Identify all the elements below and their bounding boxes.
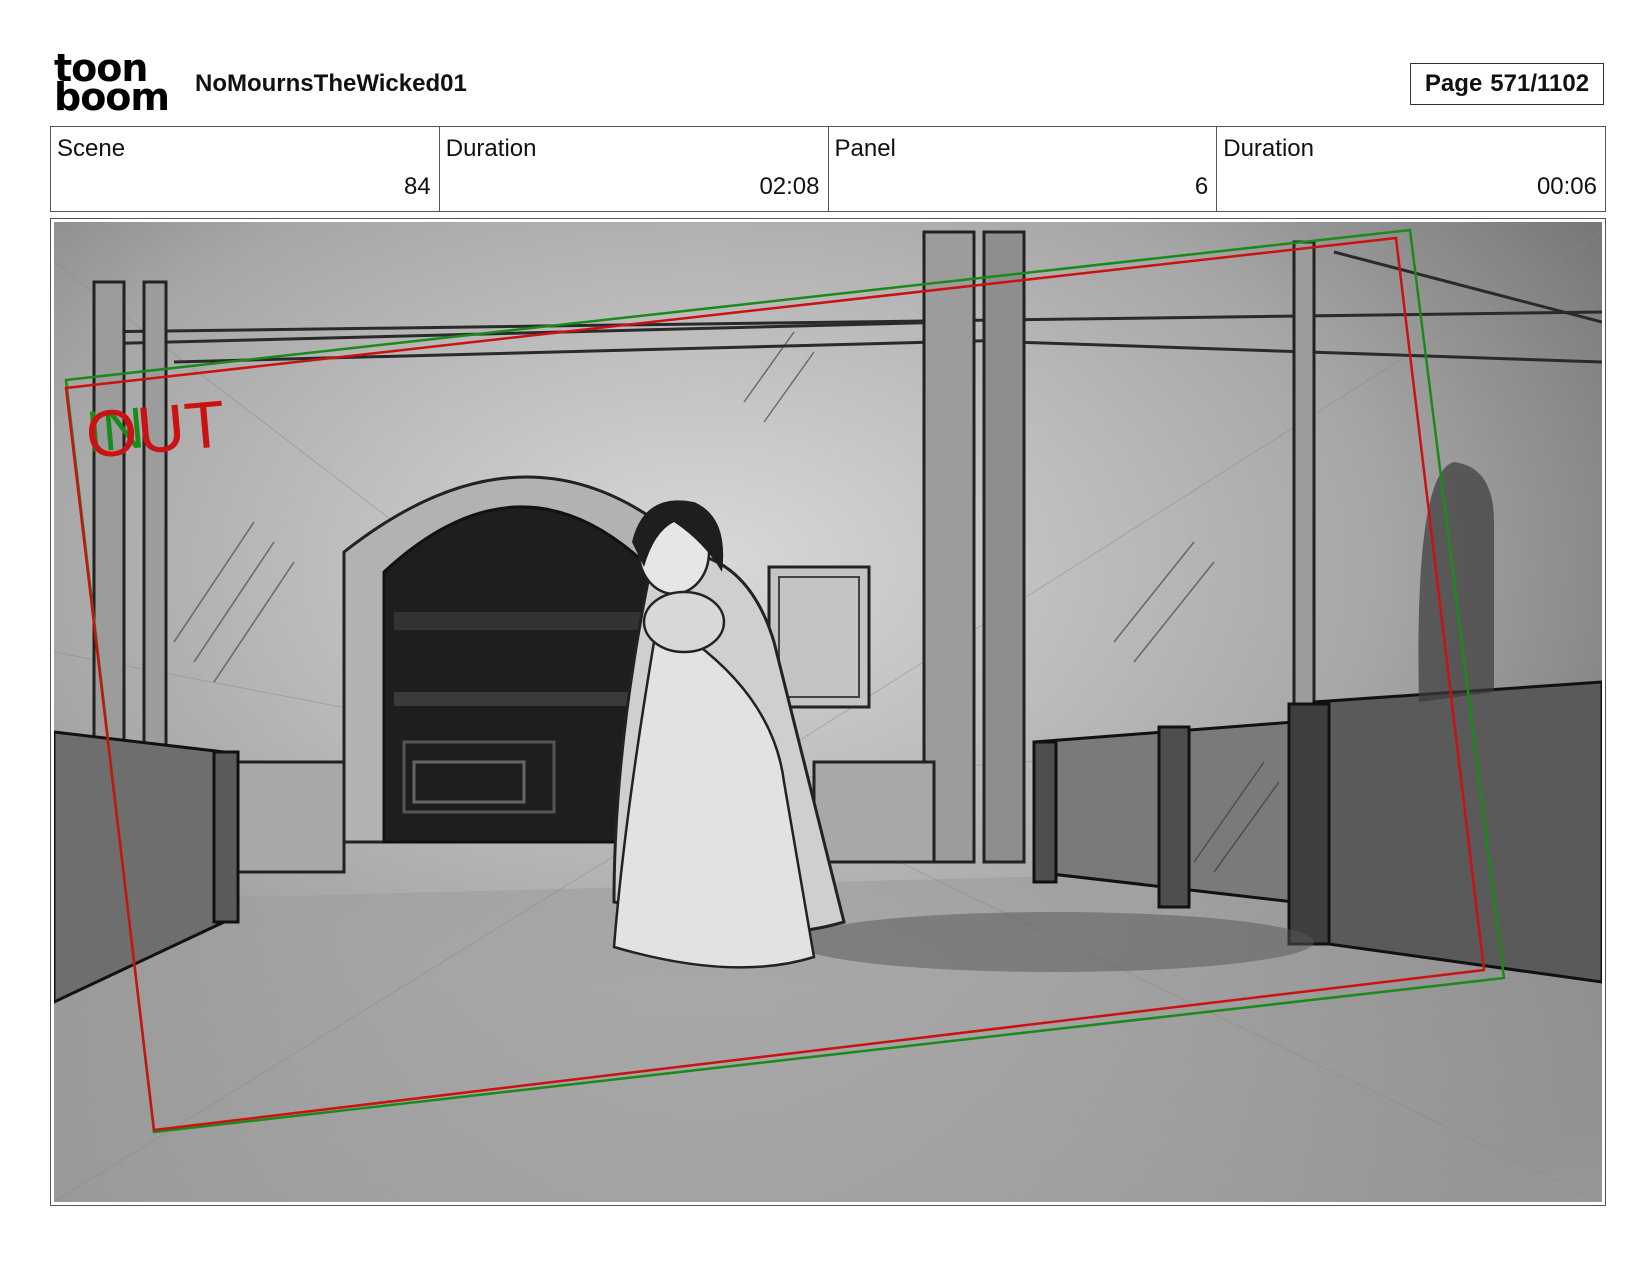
panel-duration-label: Duration [1223, 135, 1314, 162]
page-indicator: Page 571/1102 [1410, 63, 1604, 105]
panel-duration-cell: Duration 00:06 [1217, 127, 1605, 211]
scene-duration-value: 02:08 [759, 173, 820, 200]
panel-label: Panel [834, 135, 896, 162]
scene-label: Scene [57, 135, 126, 162]
floor-shadow [794, 912, 1314, 972]
storyboard-panel-image: IN OUT [54, 222, 1602, 1202]
camera-out-label: OUT [83, 386, 228, 472]
page-label: Page [1424, 70, 1483, 97]
scene-value: 84 [404, 173, 431, 200]
scene-info-table: Scene 84 Duration 02:08 Panel 6 Duration… [50, 126, 1606, 212]
scene-cell: Scene 84 [51, 127, 440, 211]
scene-duration-label: Duration [445, 135, 537, 162]
logo-line-2: boom [54, 75, 170, 119]
panel-cell: Panel 6 [829, 127, 1218, 211]
storyboard-sketch: IN OUT [54, 222, 1602, 1202]
scene-duration-cell: Duration 02:08 [440, 127, 829, 211]
panel-duration-value: 00:06 [1536, 173, 1597, 200]
page-number: 571/1102 [1490, 70, 1590, 97]
project-title: NoMournsTheWicked01 [195, 70, 467, 97]
toonboom-logo: toon boom [54, 49, 174, 119]
panel-value: 6 [1194, 173, 1209, 200]
